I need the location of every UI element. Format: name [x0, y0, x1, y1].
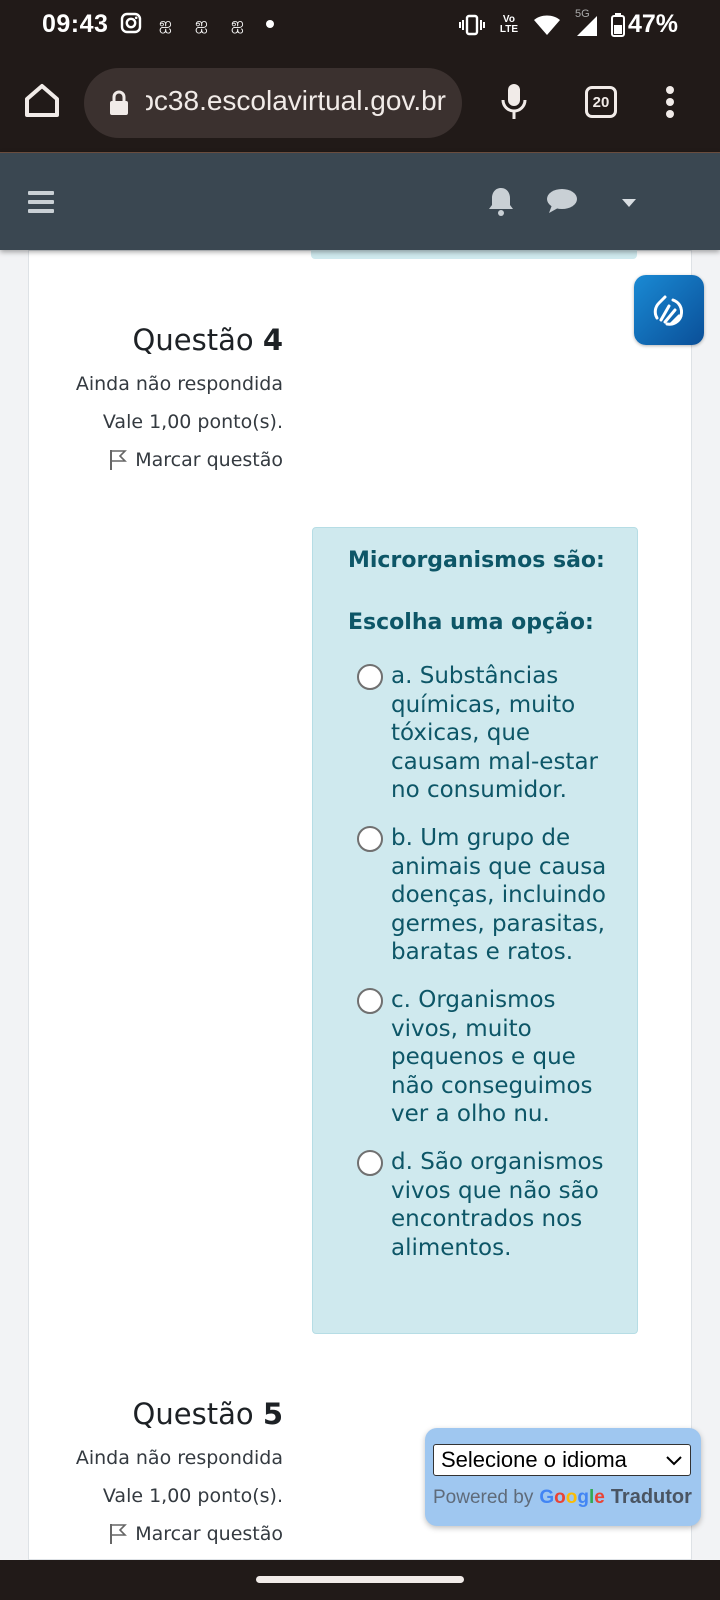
question-number: 5	[262, 1397, 283, 1431]
volte-icon: Vo LTE	[499, 13, 519, 35]
more-options-icon[interactable]	[664, 86, 676, 118]
status-bar: 09:43 ஐ ஐ ஐ Vo LTE 5G 47%	[0, 0, 720, 52]
translator-widget: Selecione o idioma Powered by Google Tra…	[425, 1428, 701, 1526]
messages-chat-icon[interactable]	[546, 187, 578, 215]
user-menu-caret-icon[interactable]	[622, 199, 636, 207]
question-state: Ainda não respondida	[75, 373, 283, 395]
battery-percent: 47%	[627, 10, 678, 38]
svg-text:ஐ: ஐ	[195, 14, 208, 33]
wifi-icon	[533, 15, 560, 35]
language-select-label: Selecione o idioma	[441, 1447, 627, 1472]
answer-prompt: Escolha uma opção:	[348, 610, 594, 635]
question-state: Ainda não respondida	[75, 1447, 283, 1469]
google-logo[interactable]: Google	[539, 1487, 604, 1509]
flag-question-button[interactable]: Marcar questão	[23, 1523, 283, 1545]
sign-language-accessibility-button[interactable]	[634, 275, 704, 345]
question-grade: Vale 1,00 ponto(s).	[102, 411, 283, 433]
svg-text:ஐ: ஐ	[159, 14, 172, 33]
battery-icon	[610, 12, 625, 37]
question-info: Questão 5 Ainda não respondida Vale 1,00…	[23, 1397, 283, 1545]
radio-button[interactable]	[357, 826, 383, 852]
system-icons: Vo LTE 5G 47%	[458, 8, 678, 39]
question-content: Microrganismos são: Escolha uma opção: a…	[312, 527, 638, 1334]
question-info: Questão 4 Ainda não respondida Vale 1,00…	[23, 323, 283, 471]
home-icon[interactable]	[22, 80, 62, 120]
address-bar[interactable]: ava.ppc38.escolavirtual.gov.br	[84, 68, 462, 138]
flag-icon	[110, 1524, 128, 1544]
answer-option-text[interactable]: b. Um grupo de animais que causa doenças…	[391, 824, 611, 967]
clock: 09:43	[42, 10, 109, 38]
answer-option-text[interactable]: c. Organismos vivos, muito pequenos e qu…	[391, 986, 611, 1129]
question-number: 4	[262, 323, 283, 357]
tab-switcher-button[interactable]: 20	[585, 86, 617, 118]
tradutor-label: Tradutor	[610, 1486, 692, 1508]
chevron-down-icon	[666, 1456, 682, 1466]
question-grade: Vale 1,00 ponto(s).	[102, 1485, 283, 1507]
flag-icon	[110, 450, 128, 470]
radio-button[interactable]	[357, 1150, 383, 1176]
question-title: Questão 5	[132, 1397, 283, 1431]
browser-toolbar: ava.ppc38.escolavirtual.gov.br 20	[0, 52, 720, 152]
url-text[interactable]: ava.ppc38.escolavirtual.gov.br	[146, 85, 446, 117]
app-notification-icon: ஐ	[195, 14, 208, 33]
instagram-icon	[120, 12, 142, 34]
flag-question-label: Marcar questão	[135, 449, 283, 471]
home-gesture-handle[interactable]	[256, 1576, 464, 1583]
notification-icons: ஐ ஐ ஐ	[120, 12, 276, 34]
quiz-page: Questão 4 Ainda não respondida Vale 1,00…	[28, 241, 692, 1560]
app-notification-icon: ஐ	[231, 14, 244, 33]
hamburger-menu-icon[interactable]	[28, 191, 54, 213]
radio-button[interactable]	[357, 664, 383, 690]
radio-button[interactable]	[357, 988, 383, 1014]
system-navigation-bar	[0, 1560, 720, 1600]
microphone-icon[interactable]	[500, 82, 528, 122]
sign-language-hands-icon	[653, 295, 683, 326]
answer-option-text[interactable]: d. São organismos vivos que não são enco…	[391, 1148, 611, 1262]
answer-option-text[interactable]: a. Substâncias químicas, muito tóxicas, …	[391, 662, 611, 805]
vibrate-icon	[458, 14, 485, 35]
powered-by-google: Powered by Google Tradutor	[433, 1486, 692, 1509]
site-navbar	[0, 152, 720, 250]
language-select[interactable]: Selecione o idioma	[433, 1444, 691, 1476]
lock-icon	[110, 90, 128, 115]
svg-text:ஐ: ஐ	[231, 14, 244, 33]
question-text: Microrganismos são:	[348, 548, 605, 573]
cell-signal-icon: 5G	[573, 8, 599, 38]
more-notifications-dot-icon	[266, 20, 274, 28]
flag-question-button[interactable]: Marcar questão	[23, 449, 283, 471]
app-notification-icon: ஐ	[159, 14, 172, 33]
question-title: Questão 4	[132, 323, 283, 357]
flag-question-label: Marcar questão	[135, 1523, 283, 1545]
notifications-bell-icon[interactable]	[486, 185, 516, 217]
